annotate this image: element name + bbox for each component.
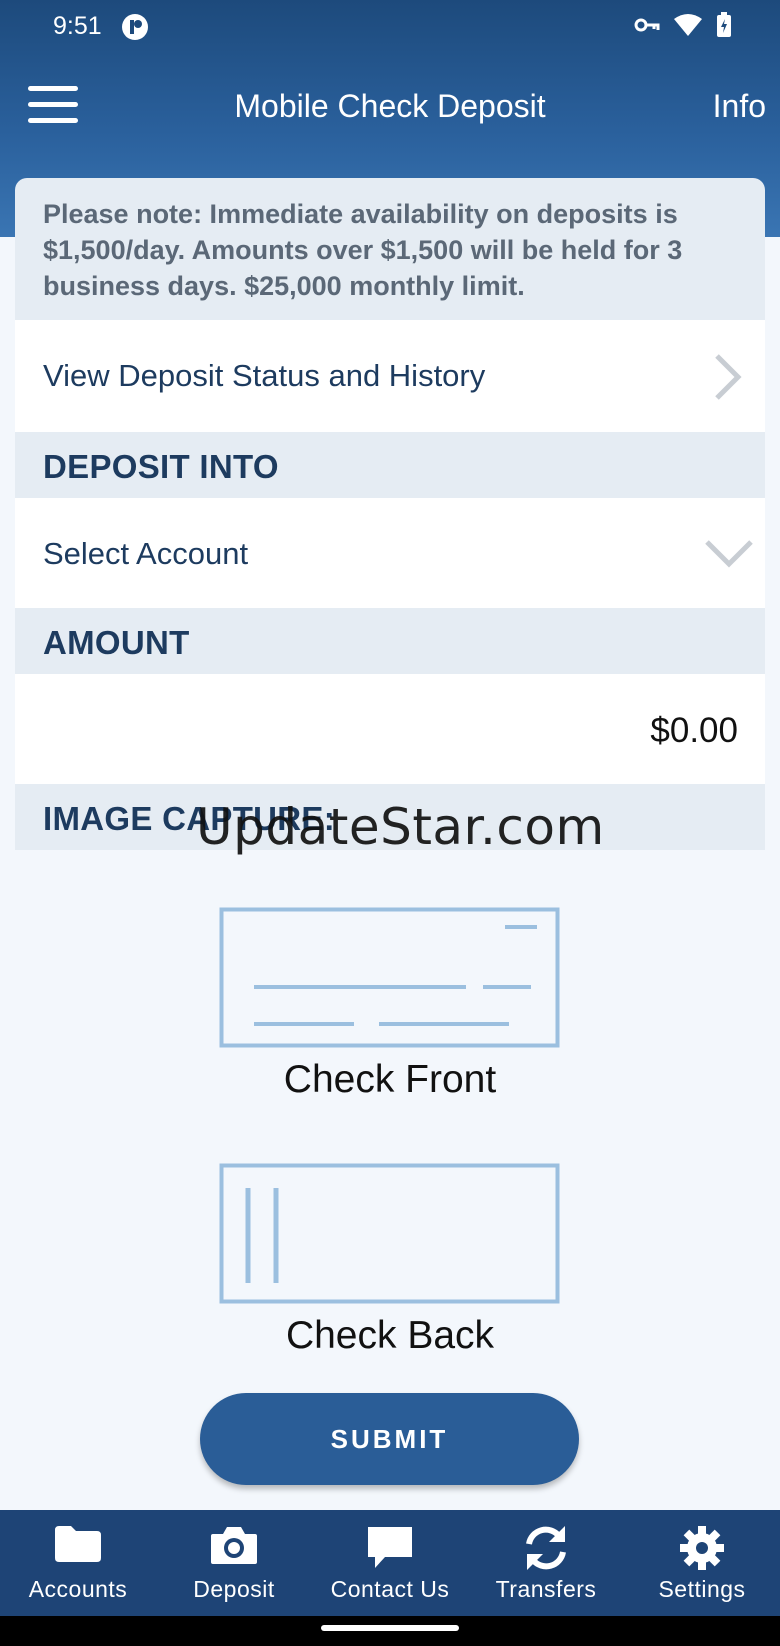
deposit-history-label: View Deposit Status and History — [43, 358, 486, 393]
app-bar: Mobile Check Deposit Info — [0, 68, 780, 148]
amount-heading: AMOUNT — [43, 624, 190, 661]
bottom-nav: Accounts Deposit Contact Us Transfers Se… — [0, 1510, 780, 1616]
check-back-label: Check Back — [285, 1314, 495, 1357]
submit-button[interactable]: SUBMIT — [200, 1393, 579, 1485]
amount-field[interactable]: $0.00 — [15, 674, 765, 784]
nav-item-contact-us[interactable]: Contact Us — [312, 1510, 468, 1616]
nav-item-transfers[interactable]: Transfers — [468, 1510, 624, 1616]
amount-section: AMOUNT — [15, 608, 765, 674]
nav-item-deposit[interactable]: Deposit — [156, 1510, 312, 1616]
nav-label: Transfers — [495, 1576, 597, 1602]
deposit-into-heading: DEPOSIT INTO — [43, 448, 279, 485]
chevron-down-icon — [705, 540, 753, 568]
gear-icon — [680, 1526, 724, 1570]
account-select-placeholder: Select Account — [43, 536, 249, 571]
vpn-key-icon — [634, 18, 660, 32]
nav-item-accounts[interactable]: Accounts — [0, 1510, 156, 1616]
home-gesture-handle[interactable] — [321, 1625, 459, 1631]
deposit-history-row[interactable]: View Deposit Status and History — [15, 320, 765, 432]
check-back-capture[interactable] — [219, 1163, 560, 1304]
status-bar: 9:51 — [0, 0, 780, 56]
account-select[interactable]: Select Account — [15, 498, 765, 608]
watermark: UpdateStar.com — [196, 798, 605, 856]
check-front-label: Check Front — [283, 1058, 497, 1101]
wifi-icon — [674, 14, 702, 36]
camera-icon — [211, 1527, 257, 1564]
nav-item-settings[interactable]: Settings — [624, 1510, 780, 1616]
check-front-capture[interactable] — [219, 907, 560, 1048]
info-button[interactable]: Info — [713, 88, 766, 125]
nav-label: Deposit — [193, 1576, 275, 1602]
nav-label: Settings — [658, 1576, 746, 1602]
gesture-bar — [0, 1616, 780, 1646]
amount-value: $0.00 — [650, 711, 738, 750]
refresh-icon — [526, 1526, 566, 1570]
chevron-right-icon — [715, 354, 742, 400]
status-time: 9:51 — [53, 12, 102, 40]
chat-icon — [368, 1527, 412, 1568]
nav-label: Contact Us — [330, 1576, 450, 1602]
page-title: Mobile Check Deposit — [234, 88, 546, 124]
app-notification-icon — [122, 14, 148, 40]
deposit-into-section: DEPOSIT INTO — [15, 432, 765, 498]
deposit-notice: Please note: Immediate availability on d… — [15, 178, 765, 320]
nav-label: Accounts — [28, 1576, 128, 1602]
battery-icon — [717, 12, 731, 37]
folder-icon — [55, 1526, 101, 1562]
